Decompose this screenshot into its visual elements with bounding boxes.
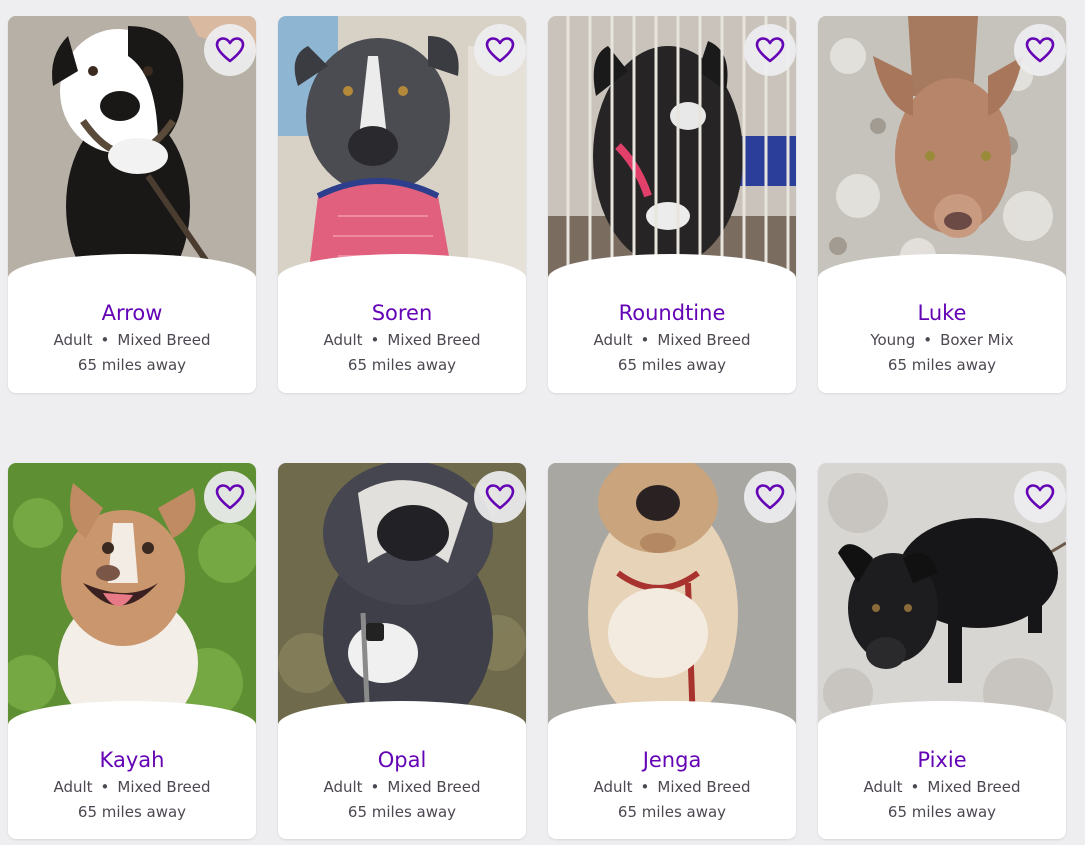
- pet-card-jenga[interactable]: Jenga Adult • Mixed Breed 65 miles away: [548, 463, 796, 839]
- pet-age: Adult: [863, 778, 903, 796]
- separator-dot: •: [100, 778, 110, 796]
- pet-breed: Mixed Breed: [117, 331, 211, 349]
- pet-age: Adult: [323, 778, 363, 796]
- pet-age: Adult: [53, 331, 93, 349]
- pet-name[interactable]: Jenga: [548, 747, 796, 773]
- pet-card-roundtine[interactable]: Roundtine Adult • Mixed Breed 65 miles awa…: [548, 16, 796, 393]
- pet-card-kayah[interactable]: Kayah Adult • Mixed Breed 65 miles away: [8, 463, 256, 839]
- pet-name[interactable]: Luke: [818, 300, 1066, 326]
- pet-meta: Adult • Mixed Breed: [8, 330, 256, 350]
- favorite-button[interactable]: [474, 24, 526, 76]
- pet-distance: 65 miles away: [77, 356, 187, 374]
- separator-dot: •: [640, 331, 650, 349]
- heart-outline-icon: [755, 37, 785, 63]
- pet-card-luke[interactable]: Luke Young • Boxer Mix 65 miles away: [818, 16, 1066, 393]
- pet-meta: Young • Boxer Mix: [818, 330, 1066, 350]
- pet-distance: 65 miles away: [617, 356, 727, 374]
- pet-breed: Mixed Breed: [387, 778, 481, 796]
- pet-card-arrow[interactable]: Arrow Adult • Mixed Breed 65 miles away: [8, 16, 256, 393]
- heart-outline-icon: [755, 484, 785, 510]
- heart-outline-icon: [1025, 484, 1055, 510]
- pet-breed: Mixed Breed: [657, 778, 751, 796]
- separator-dot: •: [100, 331, 110, 349]
- pet-info: Kayah Adult • Mixed Breed 65 miles away: [8, 701, 256, 839]
- separator-dot: •: [370, 331, 380, 349]
- pet-distance: 65 miles away: [347, 356, 457, 374]
- pet-distance: 65 miles away: [617, 803, 727, 821]
- pet-age: Adult: [593, 778, 633, 796]
- pet-name[interactable]: Soren: [278, 300, 526, 326]
- pet-info: Pixie Adult • Mixed Breed 65 miles away: [818, 701, 1066, 839]
- separator-dot: •: [923, 331, 933, 349]
- pet-info: Luke Young • Boxer Mix 65 miles away: [818, 254, 1066, 393]
- pet-info: Soren Adult • Mixed Breed 65 miles away: [278, 254, 526, 393]
- pet-meta: Adult • Mixed Breed: [8, 777, 256, 797]
- separator-dot: •: [370, 778, 380, 796]
- pet-breed: Boxer Mix: [940, 331, 1014, 349]
- separator-dot: •: [640, 778, 650, 796]
- pet-age: Young: [870, 331, 916, 349]
- favorite-button[interactable]: [474, 471, 526, 523]
- pet-card-soren[interactable]: Soren Adult • Mixed Breed 65 miles away: [278, 16, 526, 393]
- favorite-button[interactable]: [744, 471, 796, 523]
- separator-dot: •: [910, 778, 920, 796]
- pet-info: Jenga Adult • Mixed Breed 65 miles away: [548, 701, 796, 839]
- pet-results-grid: Arrow Adult • Mixed Breed 65 miles away: [8, 16, 1066, 839]
- heart-outline-icon: [215, 484, 245, 510]
- pet-age: Adult: [323, 331, 363, 349]
- favorite-button[interactable]: [204, 471, 256, 523]
- pet-name[interactable]: Pixie: [818, 747, 1066, 773]
- pet-meta: Adult • Mixed Breed: [818, 777, 1066, 797]
- pet-meta: Adult • Mixed Breed: [548, 330, 796, 350]
- pet-name[interactable]: Kayah: [8, 747, 256, 773]
- pet-distance: 65 miles away: [887, 356, 997, 374]
- pet-breed: Mixed Breed: [117, 778, 211, 796]
- favorite-button[interactable]: [1014, 24, 1066, 76]
- pet-meta: Adult • Mixed Breed: [278, 330, 526, 350]
- pet-distance: 65 miles away: [77, 803, 187, 821]
- pet-card-pixie[interactable]: Pixie Adult • Mixed Breed 65 miles away: [818, 463, 1066, 839]
- pet-card-opal[interactable]: Opal Adult • Mixed Breed 65 miles away: [278, 463, 526, 839]
- pet-info: Arrow Adult • Mixed Breed 65 miles away: [8, 254, 256, 393]
- favorite-button[interactable]: [744, 24, 796, 76]
- favorite-button[interactable]: [204, 24, 256, 76]
- favorite-button[interactable]: [1014, 471, 1066, 523]
- heart-outline-icon: [215, 37, 245, 63]
- pet-info: Opal Adult • Mixed Breed 65 miles away: [278, 701, 526, 839]
- pet-breed: Mixed Breed: [657, 331, 751, 349]
- pet-name[interactable]: Roundtine: [548, 300, 796, 326]
- pet-distance: 65 miles away: [347, 803, 457, 821]
- pet-age: Adult: [53, 778, 93, 796]
- heart-outline-icon: [485, 484, 515, 510]
- pet-meta: Adult • Mixed Breed: [548, 777, 796, 797]
- pet-breed: Mixed Breed: [927, 778, 1021, 796]
- pet-name[interactable]: Arrow: [8, 300, 256, 326]
- pet-info: Roundtine Adult • Mixed Breed 65 miles awa…: [548, 254, 796, 393]
- heart-outline-icon: [485, 37, 515, 63]
- pet-name[interactable]: Opal: [278, 747, 526, 773]
- pet-meta: Adult • Mixed Breed: [278, 777, 526, 797]
- pet-breed: Mixed Breed: [387, 331, 481, 349]
- heart-outline-icon: [1025, 37, 1055, 63]
- pet-age: Adult: [593, 331, 633, 349]
- pet-distance: 65 miles away: [887, 803, 997, 821]
